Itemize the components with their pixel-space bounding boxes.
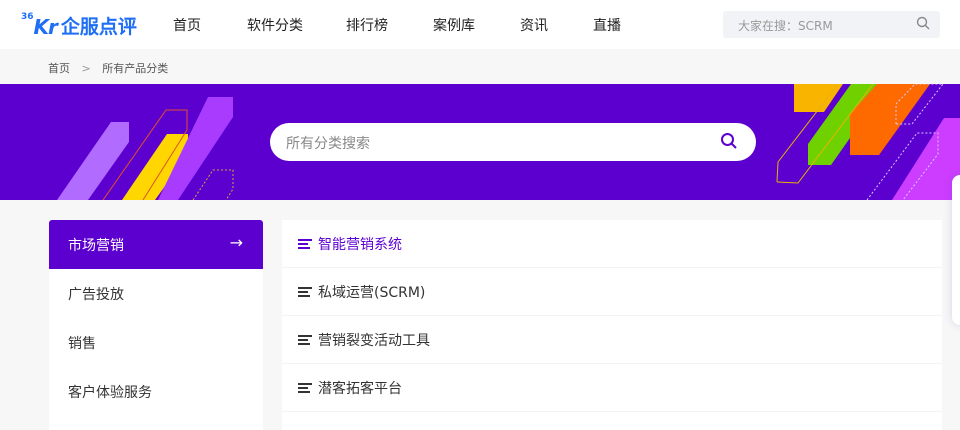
breadcrumb-separator: > [81,62,91,75]
logo-kr: Kr [33,15,58,39]
subcategory-label: 潜客拓客平台 [318,380,402,397]
category-sidebar: 市场营销 → 广告投放 销售 客户体验服务 [49,220,263,430]
search-icon[interactable] [720,132,738,150]
logo-text: 企服点评 [60,16,137,38]
nav-home[interactable]: 首页 [173,15,201,35]
sidebar-item-customer-experience[interactable]: 客户体验服务 [49,367,263,416]
arrow-right-icon: → [229,233,243,252]
sidebar-item-label: 销售 [68,336,96,352]
breadcrumb-home[interactable]: 首页 [48,62,70,75]
nav-rankings[interactable]: 排行榜 [346,15,388,35]
category-banner: 所有分类搜索 [0,84,960,200]
list-icon [298,333,312,347]
top-header: 36 Kr 企服点评 首页 软件分类 排行榜 案例库 资讯 直播 大家在搜：SC… [0,0,960,49]
sidebar-item-marketing[interactable]: 市场营销 → [49,220,263,269]
subcategory-item[interactable]: 潜客拓客平台 [282,364,942,412]
sidebar-item-label: 广告投放 [68,287,124,303]
nav-software-categories[interactable]: 软件分类 [247,15,303,35]
sidebar-item-sales[interactable]: 销售 [49,318,263,367]
header-search-placeholder: 大家在搜：SCRM [738,19,833,33]
subcategory-list: 智能营销系统 私域运营(SCRM) 营销裂变活动工具 潜客拓客平台 [282,220,942,430]
logo[interactable]: 36 Kr 企服点评 [21,12,137,39]
subcategory-item[interactable]: 营销裂变活动工具 [282,316,942,364]
category-search-placeholder: 所有分类搜索 [286,136,370,152]
logo-sup: 36 [21,12,34,22]
subcategory-label: 营销裂变活动工具 [318,332,430,349]
list-icon [298,381,312,395]
sidebar-item-label: 市场营销 [68,238,124,254]
nav-cases[interactable]: 案例库 [433,15,475,35]
floating-toolbar[interactable] [952,175,960,325]
breadcrumb: 首页 > 所有产品分类 [48,60,176,76]
subcategory-item[interactable]: 私域运营(SCRM) [282,268,942,316]
subcategory-item[interactable]: 智能营销系统 [282,220,942,268]
subcategory-label: 私域运营(SCRM) [318,284,426,301]
list-icon [298,285,312,299]
header-search-input[interactable]: 大家在搜：SCRM [723,11,940,38]
search-icon[interactable] [916,16,930,30]
nav-live[interactable]: 直播 [593,15,621,35]
sidebar-item-advertising[interactable]: 广告投放 [49,269,263,318]
subcategory-label: 智能营销系统 [318,236,402,253]
sidebar-item-label: 客户体验服务 [68,385,152,401]
category-search-input[interactable]: 所有分类搜索 [270,123,756,161]
breadcrumb-current: 所有产品分类 [102,62,169,75]
list-icon [298,237,312,251]
nav-news[interactable]: 资讯 [520,15,548,35]
